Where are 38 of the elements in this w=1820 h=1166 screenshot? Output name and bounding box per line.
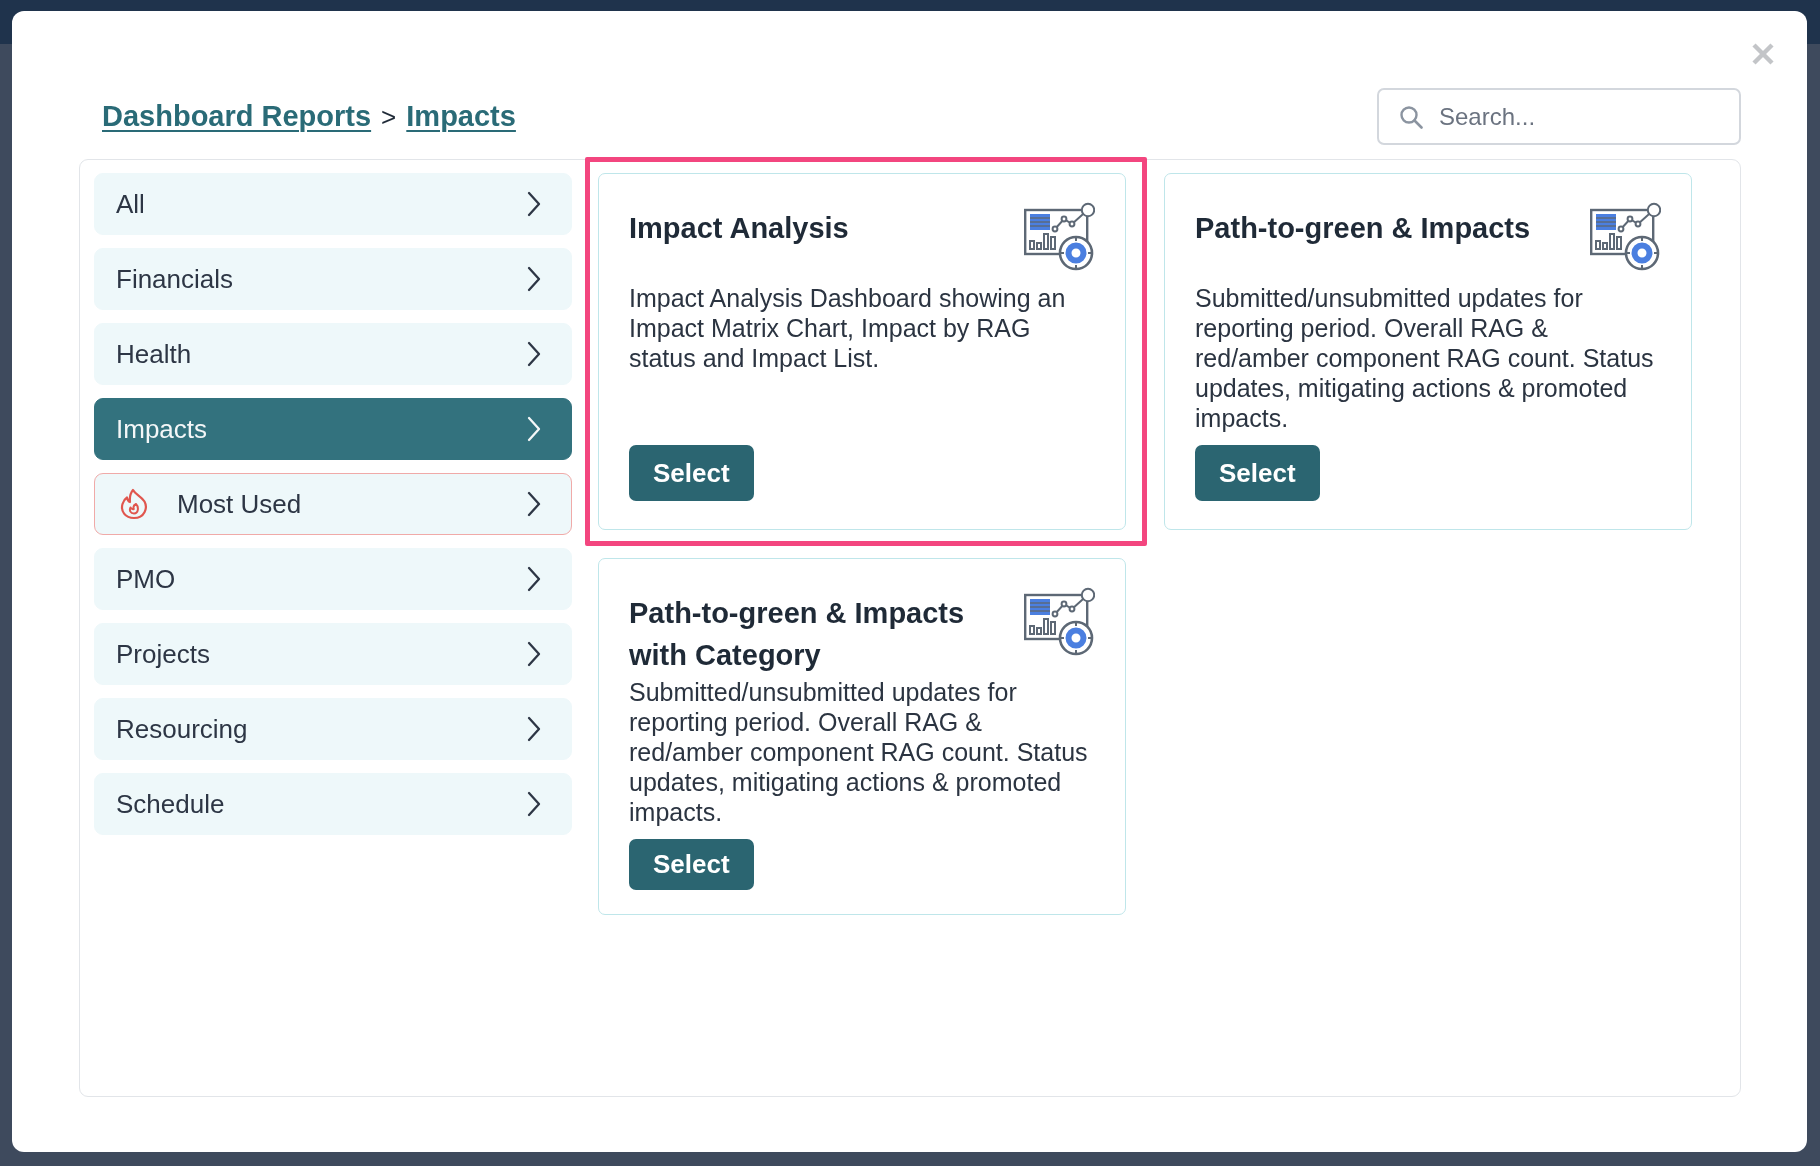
select-button[interactable]: Select — [1195, 445, 1320, 501]
dashboard-chart-icon — [1023, 587, 1095, 657]
breadcrumb-link[interactable]: Impacts — [406, 100, 516, 133]
search-icon — [1399, 105, 1423, 129]
dashboard-chart-icon — [1023, 202, 1095, 272]
category-item[interactable]: Financials — [94, 248, 572, 310]
dashboard-chart-icon — [1589, 202, 1661, 272]
close-icon — [1752, 43, 1774, 65]
report-title: Path-to-green & Impacts — [1195, 211, 1532, 246]
breadcrumb-separator: > — [381, 102, 397, 133]
category-item[interactable]: Most Used — [94, 473, 572, 535]
chevron-right-icon — [527, 641, 541, 667]
flame-icon — [119, 488, 149, 520]
category-item[interactable]: Health — [94, 323, 572, 385]
report-title: Impact Analysis — [629, 211, 850, 246]
category-item[interactable]: All — [94, 173, 572, 235]
chevron-right-icon — [527, 791, 541, 817]
chevron-right-icon — [527, 491, 541, 517]
category-item[interactable]: Resourcing — [94, 698, 572, 760]
chevron-right-icon — [527, 191, 541, 217]
chevron-right-icon — [527, 266, 541, 292]
close-button[interactable] — [1752, 43, 1774, 65]
select-button[interactable]: Select — [629, 838, 754, 890]
report-description: Submitted/unsubmitted updates for reporting period. Overall RAG & red/amber component RAG count. Status updates, mitigating actions & promoted impacts. — [1195, 283, 1655, 433]
search-field[interactable]: Search... — [1377, 88, 1741, 145]
breadcrumb-link[interactable]: Dashboard Reports — [102, 100, 372, 133]
category-item[interactable]: Projects — [94, 623, 572, 685]
chevron-right-icon — [527, 566, 541, 592]
select-button[interactable]: Select — [629, 445, 754, 501]
category-item[interactable]: Schedule — [94, 773, 572, 835]
category-item[interactable]: PMO — [94, 548, 572, 610]
chevron-right-icon — [527, 716, 541, 742]
category-item[interactable]: Impacts — [94, 398, 572, 460]
chevron-right-icon — [527, 416, 541, 442]
report-description: Impact Analysis Dashboard showing an Impact Matrix Chart, Impact by RAG status and Impact List. — [629, 283, 1067, 374]
chevron-right-icon — [527, 341, 541, 367]
report-title: Path-to-green & Impacts with Category — [629, 596, 966, 673]
report-description: Submitted/unsubmitted updates for reporting period. Overall RAG & red/amber component RAG count. Status updates, mitigating actions & promoted impacts. — [629, 676, 1089, 827]
